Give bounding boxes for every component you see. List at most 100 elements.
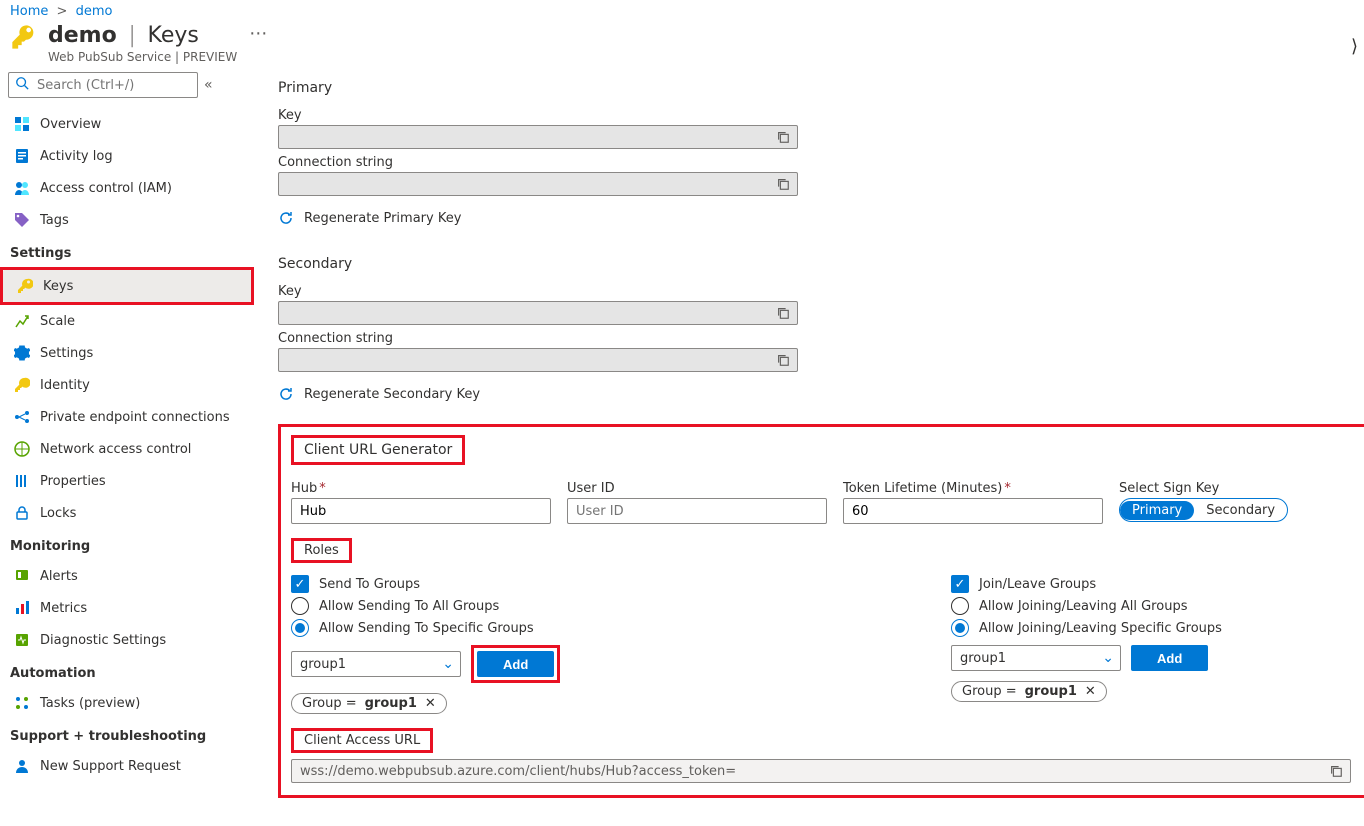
radio-join-all[interactable]	[951, 597, 969, 615]
support-icon	[14, 758, 30, 774]
sidebar-item-label: Network access control	[40, 442, 191, 457]
sidebar-item-overview[interactable]: Overview	[8, 108, 246, 140]
metrics-icon	[14, 600, 30, 616]
sidebar-item-access-control[interactable]: Access control (IAM)	[8, 172, 246, 204]
sidebar-item-tags[interactable]: Tags	[8, 204, 246, 236]
sidebar-item-properties[interactable]: Properties	[8, 465, 246, 497]
sidebar-item-label: Activity log	[40, 149, 113, 164]
sidebar-item-identity[interactable]: Identity	[8, 369, 246, 401]
sidebar-item-label: Settings	[40, 346, 93, 361]
sidebar-item-private-endpoint[interactable]: Private endpoint connections	[8, 401, 246, 433]
nav-group-automation: Automation	[8, 656, 246, 687]
sidebar-item-metrics[interactable]: Metrics	[8, 592, 246, 624]
roles-join-column: ✓ Join/Leave Groups Allow Joining/Leavin…	[951, 571, 1331, 714]
pill-prefix: Group =	[302, 696, 357, 711]
primary-conn-field[interactable]	[278, 172, 798, 196]
group-pill-send: Group = group1 ✕	[291, 693, 447, 714]
key-small-icon	[17, 278, 33, 294]
sidebar-item-settings[interactable]: Settings	[8, 337, 246, 369]
radio-join-specific[interactable]	[951, 619, 969, 637]
checkbox-join-leave-groups[interactable]: ✓	[951, 575, 969, 593]
properties-icon	[14, 473, 30, 489]
refresh-icon	[278, 210, 294, 226]
main-content: Primary Key Connection string Regenerate…	[254, 72, 1364, 818]
remove-pill-icon[interactable]: ✕	[1085, 684, 1096, 699]
sidebar-item-scale[interactable]: Scale	[8, 305, 246, 337]
highlight-keys: Keys	[0, 267, 254, 305]
activity-log-icon	[14, 148, 30, 164]
blade-header: demo | Keys Web PubSub Service | PREVIEW…	[0, 19, 1364, 72]
key-icon	[10, 23, 38, 51]
radio-send-specific[interactable]	[291, 619, 309, 637]
sidebar-item-alerts[interactable]: Alerts	[8, 560, 246, 592]
remove-pill-icon[interactable]: ✕	[425, 696, 436, 711]
signkey-toggle[interactable]: Primary Secondary	[1119, 498, 1288, 522]
sidebar-item-label: Tags	[40, 213, 69, 228]
copy-icon[interactable]	[773, 127, 793, 147]
label-key-secondary: Key	[278, 284, 1364, 299]
sidebar-item-activity-log[interactable]: Activity log	[8, 140, 246, 172]
refresh-icon	[278, 386, 294, 402]
rad-send-all-label: Allow Sending To All Groups	[319, 599, 499, 614]
roles-send-column: ✓ Send To Groups Allow Sending To All Gr…	[291, 571, 671, 714]
group-combo-send[interactable]: group1 ⌄	[291, 651, 461, 677]
breadcrumb-current[interactable]: demo	[76, 4, 113, 19]
sidebar-item-network-access[interactable]: Network access control	[8, 433, 246, 465]
roles-title: Roles	[291, 538, 352, 563]
secondary-key-field[interactable]	[278, 301, 798, 325]
chevron-right-icon[interactable]: ⟩	[1351, 36, 1358, 57]
secondary-conn-field[interactable]	[278, 348, 798, 372]
copy-icon[interactable]	[1326, 761, 1346, 781]
chk-send-label: Send To Groups	[319, 577, 420, 592]
regen-primary-label: Regenerate Primary Key	[304, 211, 461, 226]
add-join-group-button[interactable]: Add	[1131, 645, 1208, 671]
client-access-url-field[interactable]: wss://demo.webpubsub.azure.com/client/hu…	[291, 759, 1351, 783]
lifetime-input[interactable]	[843, 498, 1103, 524]
radio-send-all[interactable]	[291, 597, 309, 615]
seg-secondary[interactable]: Secondary	[1194, 501, 1287, 520]
page-title: demo | Keys	[48, 23, 237, 48]
sidebar-item-diagnostic[interactable]: Diagnostic Settings	[8, 624, 246, 656]
copy-icon[interactable]	[773, 350, 793, 370]
regen-secondary-button[interactable]: Regenerate Secondary Key	[278, 386, 1364, 402]
breadcrumb: Home > demo	[0, 0, 1364, 19]
label-userid: User ID	[567, 481, 827, 496]
highlight-add-send: Add	[471, 645, 560, 683]
sidebar-item-tasks[interactable]: Tasks (preview)	[8, 687, 246, 719]
search-icon	[15, 76, 29, 94]
identity-icon	[14, 377, 30, 393]
sidebar-item-keys[interactable]: Keys	[3, 270, 251, 302]
seg-primary[interactable]: Primary	[1120, 501, 1194, 520]
firewall-icon	[14, 441, 30, 457]
sidebar: « Overview Activity log Access control (…	[0, 72, 254, 818]
page-subtitle: Web PubSub Service | PREVIEW	[48, 50, 237, 64]
regen-primary-button[interactable]: Regenerate Primary Key	[278, 210, 1364, 226]
collapse-sidebar-icon[interactable]: «	[204, 77, 213, 93]
copy-icon[interactable]	[773, 174, 793, 194]
userid-input[interactable]	[567, 498, 827, 524]
sidebar-item-label: Tasks (preview)	[40, 696, 140, 711]
sidebar-item-locks[interactable]: Locks	[8, 497, 246, 529]
more-icon[interactable]: ⋯	[249, 23, 267, 45]
copy-icon[interactable]	[773, 303, 793, 323]
primary-key-field[interactable]	[278, 125, 798, 149]
title-resource: demo	[48, 23, 117, 48]
nav: Overview Activity log Access control (IA…	[8, 108, 246, 782]
pill-prefix: Group =	[962, 684, 1017, 699]
add-send-group-button[interactable]: Add	[477, 651, 554, 677]
hub-input[interactable]	[291, 498, 551, 524]
sidebar-item-label: Keys	[43, 279, 73, 294]
scale-icon	[14, 313, 30, 329]
gear-icon	[14, 345, 30, 361]
sidebar-item-support[interactable]: New Support Request	[8, 750, 246, 782]
nav-group-settings: Settings	[8, 236, 246, 267]
chk-join-label: Join/Leave Groups	[979, 577, 1096, 592]
label-signkey: Select Sign Key	[1119, 481, 1364, 496]
network-icon	[14, 409, 30, 425]
group-combo-join[interactable]: group1 ⌄	[951, 645, 1121, 671]
checkbox-send-to-groups[interactable]: ✓	[291, 575, 309, 593]
search-field[interactable]	[35, 77, 191, 94]
sidebar-item-label: Identity	[40, 378, 90, 393]
search-input[interactable]	[8, 72, 198, 98]
breadcrumb-home[interactable]: Home	[10, 4, 48, 19]
